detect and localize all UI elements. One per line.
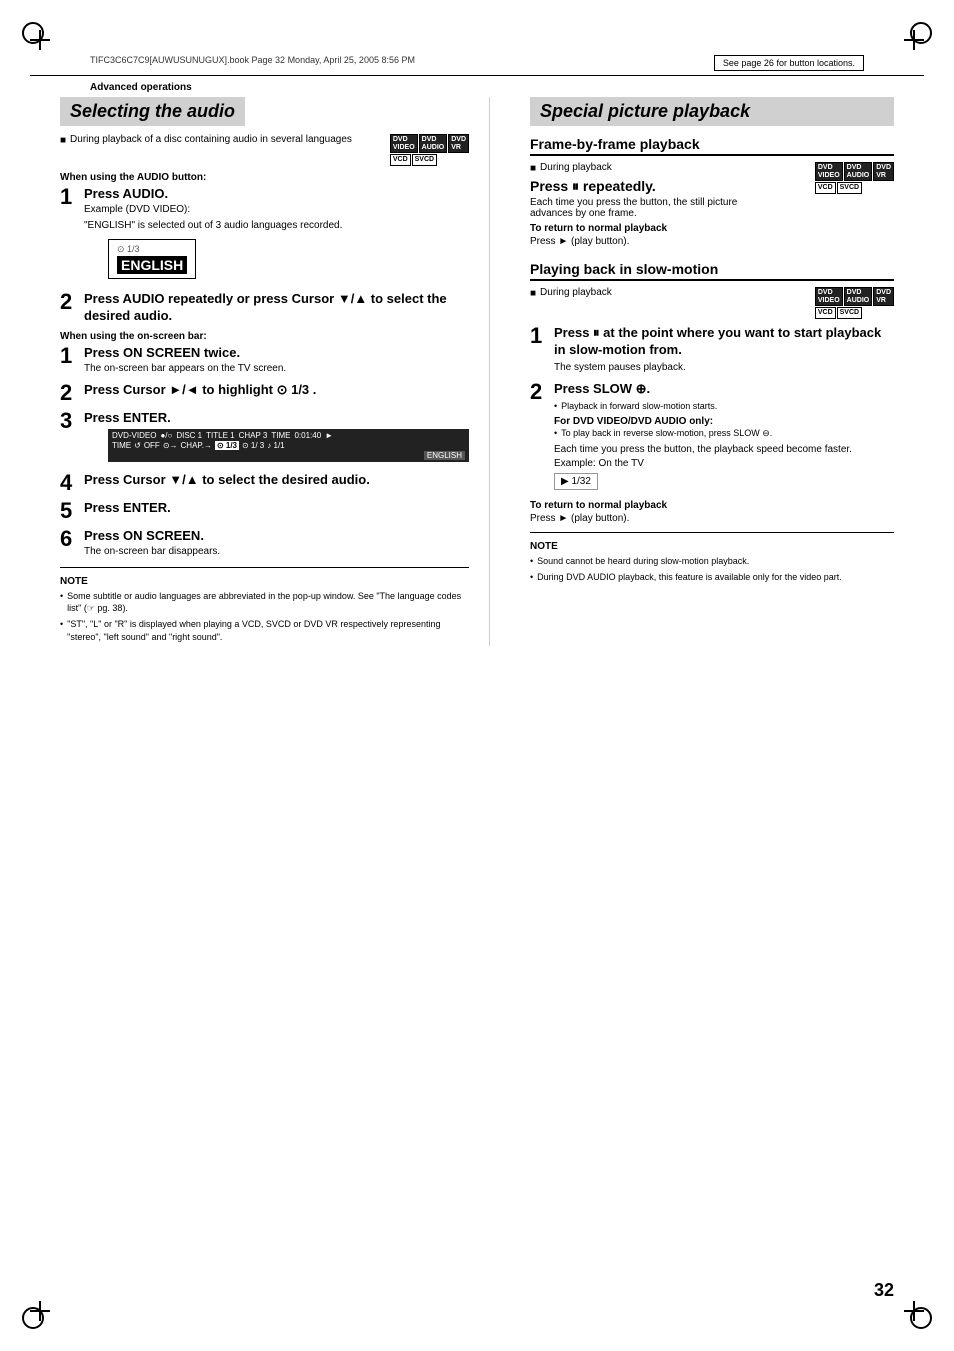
sm-step1-title: Press ⏸ at the point where you want to s… [554, 325, 894, 359]
crosshair-tr [904, 30, 924, 50]
fbf-step-title: Press ⏸ repeatedly. [530, 178, 750, 195]
fbf-return-body: Press ► (play button). [530, 236, 894, 247]
format-badges-left: DVDVIDEO DVDAUDIO DVDVR VCD SVCD [390, 134, 469, 166]
crosshair-br [904, 1301, 924, 1321]
sm-step2-bullet1: • Playback in forward slow-motion starts… [554, 400, 894, 413]
header-file-info: TIFC3C6C7C9[AUWUSUNUGUX].book Page 32 Mo… [90, 55, 415, 67]
note2-left: • "ST", "L" or "R" is displayed when pla… [60, 618, 469, 643]
os-step4-title: Press Cursor ▼/▲ to select the desired a… [84, 472, 469, 489]
fbf-step-body: Each time you press the button, the stil… [530, 197, 750, 219]
crosshair-bl [30, 1301, 50, 1321]
os-step3-title: Press ENTER. [84, 410, 469, 425]
sm-return-label: To return to normal playback [530, 500, 894, 511]
sm-note1: • Sound cannot be heard during slow-moti… [530, 555, 894, 568]
badge-dvd-audio: DVDAUDIO [419, 134, 448, 153]
badge-dvd-video: DVDVIDEO [390, 134, 418, 153]
note-section-left: NOTE • Some subtitle or audio languages … [60, 567, 469, 643]
os-step-1: 1 Press ON SCREEN twice. The on-screen b… [60, 345, 469, 376]
fbf-badges: DVDVIDEO DVDAUDIO DVDVR VCD SVCD [815, 162, 894, 194]
sm-return-body: Press ► (play button). [530, 513, 894, 524]
sm-display: ▶ 1/32 [554, 473, 598, 490]
page-number: 32 [874, 1280, 894, 1301]
sm-heading: Playing back in slow-motion [530, 261, 894, 281]
section-header-row: Advanced operations [30, 76, 924, 97]
os-step-5: 5 Press ENTER. [60, 500, 469, 522]
right-column: Special picture playback Frame-by-frame … [520, 97, 894, 646]
note-title-left: NOTE [60, 576, 469, 587]
left-column: Selecting the audio ■ During playback of… [60, 97, 490, 646]
onscreen-bar-display: DVD-VIDEO ●/○ DISC 1 TITLE 1 CHAP 3 TIME… [108, 429, 469, 462]
step-1: 1 Press AUDIO. Example (DVD VIDEO): "ENG… [60, 186, 469, 285]
step1-title: Press AUDIO. [84, 186, 469, 201]
when-using-audio-label: When using the AUDIO button: [60, 172, 469, 183]
badge-svcd: SVCD [412, 154, 437, 166]
os-step-2: 2 Press Cursor ►/◄ to highlight ⊙ 1/3 . [60, 382, 469, 404]
sm-example: Example: On the TV [554, 458, 894, 469]
header-note: See page 26 for button locations. [714, 55, 864, 71]
os-step-4: 4 Press Cursor ▼/▲ to select the desired… [60, 472, 469, 494]
when-using-onscreen-label: When using the on-screen bar: [60, 331, 469, 342]
section-label: Advanced operations [90, 82, 192, 93]
fbf-return-label: To return to normal playback [530, 223, 894, 234]
crosshair-tl [30, 30, 50, 50]
intro-bullet: ■ During playback of a disc containing a… [60, 134, 352, 146]
os-step-6: 6 Press ON SCREEN. The on-screen bar dis… [60, 528, 469, 559]
display-english: ENGLISH [117, 256, 187, 274]
content-columns: Selecting the audio ■ During playback of… [30, 97, 924, 646]
sm-note2: • During DVD AUDIO playback, this featur… [530, 571, 894, 584]
step1-body1: Example (DVD VIDEO): [84, 203, 469, 217]
step-2: 2 Press AUDIO repeatedly or press Cursor… [60, 291, 469, 325]
step2-title: Press AUDIO repeatedly or press Cursor ▼… [84, 291, 469, 325]
highlighted-cell: ⊙ 1/3 [215, 441, 239, 450]
sm-badges: DVDVIDEO DVDAUDIO DVDVR VCD SVCD [815, 287, 894, 319]
os-step1-body: The on-screen bar appears on the TV scre… [84, 362, 469, 376]
badge-dvd-vr: DVDVR [448, 134, 469, 153]
badge-vcd: VCD [390, 154, 411, 166]
sm-bullet: ■ During playback [530, 287, 612, 299]
sm-step-1: 1 Press ⏸ at the point where you want to… [530, 325, 894, 375]
sm-dvd-label: For DVD VIDEO/DVD AUDIO only: [554, 416, 894, 427]
left-section-heading: Selecting the audio [60, 97, 245, 126]
step1-body2: "ENGLISH" is selected out of 3 audio lan… [84, 219, 469, 233]
sm-step1-body: The system pauses playback. [554, 361, 894, 375]
os-step-3: 3 Press ENTER. DVD-VIDEO ●/○ DISC 1 TITL… [60, 410, 469, 466]
right-section-heading: Special picture playback [530, 97, 894, 126]
os-step6-body: The on-screen bar disappears. [84, 545, 469, 559]
sm-step2-title: Press SLOW ⊕. [554, 381, 894, 397]
fbf-heading: Frame-by-frame playback [530, 136, 894, 156]
fbf-bullet: ■ During playback [530, 162, 750, 174]
page: TIFC3C6C7C9[AUWUSUNUGUX].book Page 32 Mo… [0, 0, 954, 1351]
note1-left: • Some subtitle or audio languages are a… [60, 590, 469, 615]
os-step6-title: Press ON SCREEN. [84, 528, 469, 543]
page-header: TIFC3C6C7C9[AUWUSUNUGUX].book Page 32 Mo… [30, 0, 924, 76]
sm-step-2: 2 Press SLOW ⊕. • Playback in forward sl… [530, 381, 894, 494]
sm-each-time: Each time you press the button, the play… [554, 444, 894, 455]
os-step2-title: Press Cursor ►/◄ to highlight ⊙ 1/3 . [84, 382, 469, 398]
os-step1-title: Press ON SCREEN twice. [84, 345, 469, 360]
os-step5-title: Press ENTER. [84, 500, 469, 515]
display-line1: ⊙ 1/3 [117, 244, 187, 255]
display-box: ⊙ 1/3 ENGLISH [108, 239, 196, 279]
note-title-right: NOTE [530, 541, 894, 552]
english-bar: ENGLISH [424, 451, 465, 460]
note-section-right: NOTE • Sound cannot be heard during slow… [530, 532, 894, 583]
sm-dvd-bullet: • To play back in reverse slow-motion, p… [554, 427, 894, 440]
